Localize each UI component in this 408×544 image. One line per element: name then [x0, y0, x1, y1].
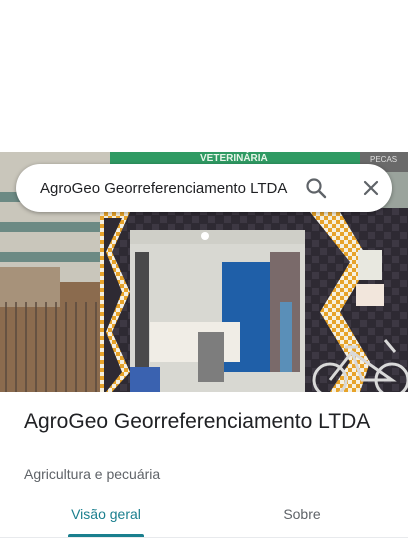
search-bar[interactable]: AgroGeo Georreferenciamento LTDA [16, 164, 392, 212]
store-sign-text: VETERINÁRIA [200, 152, 268, 164]
place-title: AgroGeo Georreferenciamento LTDA [24, 410, 371, 433]
map-blank-area [0, 0, 408, 152]
side-sign-text: PECAS [370, 155, 397, 164]
place-info-panel: AgroGeo Georreferenciamento LTDA Agricul… [0, 392, 408, 544]
tab-overview[interactable]: Visão geral [60, 494, 152, 538]
tab-about[interactable]: Sobre [256, 494, 348, 538]
place-tabs: Visão geral Sobre [0, 494, 408, 544]
search-input[interactable]: AgroGeo Georreferenciamento LTDA [40, 178, 302, 200]
close-icon[interactable] [357, 174, 385, 202]
tabs-divider [0, 537, 408, 538]
search-icon[interactable] [302, 174, 330, 202]
place-category: Agricultura e pecuária [24, 466, 161, 482]
